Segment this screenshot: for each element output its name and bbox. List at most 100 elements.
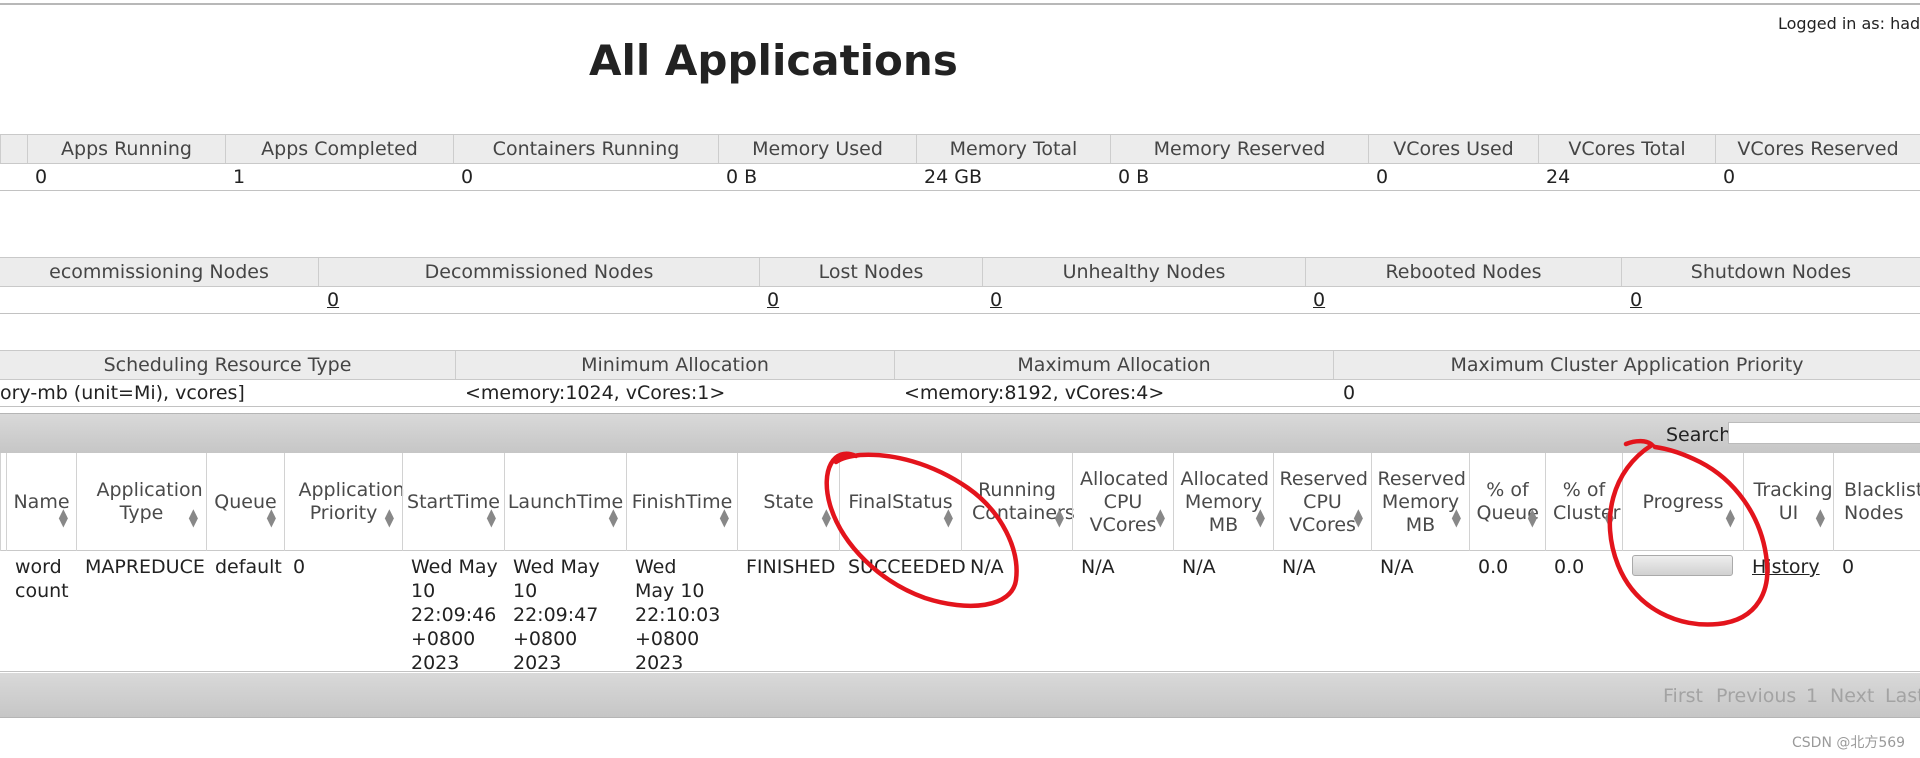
- column-header-launchtime-label: LaunchTime: [507, 490, 624, 513]
- scheduler-max-priority: 0: [1343, 382, 1356, 404]
- nodes-decommissioned-link[interactable]: 0: [318, 287, 418, 313]
- watermark: CSDN @北方569: [1792, 735, 1906, 751]
- scheduler-header-resource-type: Scheduling Resource Type: [103, 354, 352, 376]
- sort-icon: ▲ ▼: [1353, 506, 1363, 529]
- app-reserved-cpu: N/A: [1282, 556, 1316, 578]
- logged-in-user: Logged in as: hadc: [1778, 14, 1920, 33]
- column-header-running-containers[interactable]: Running Containers ▲ ▼: [961, 453, 1075, 551]
- column-header-state-label: State: [763, 490, 814, 513]
- sort-icon: ▲ ▼: [1725, 506, 1735, 529]
- node-metrics-table: ecommissioning Nodes Decommissioned Node…: [0, 257, 1920, 314]
- sort-icon: ▲ ▼: [943, 506, 953, 529]
- column-header-pct-queue[interactable]: % of Queue ▲ ▼: [1469, 453, 1545, 551]
- nodes-shutdown-link[interactable]: 0: [1621, 287, 1721, 313]
- metrics-header-apps-running: Apps Running: [27, 135, 225, 163]
- column-header-allocated-cpu[interactable]: Allocated CPU VCores ▲ ▼: [1072, 453, 1173, 551]
- app-allocated-memory: N/A: [1182, 556, 1216, 578]
- column-header-finishtime-label: FinishTime: [631, 490, 733, 513]
- nodes-header-lost: Lost Nodes: [759, 258, 982, 286]
- nodes-header-decommissioning: ecommissioning Nodes: [49, 261, 269, 283]
- column-header-tracking-ui[interactable]: Tracking UI ▲ ▼: [1743, 453, 1833, 551]
- pagination-last-button[interactable]: Last: [1885, 685, 1920, 707]
- column-header-pct-cluster[interactable]: % of Cluster ▲ ▼: [1545, 453, 1622, 551]
- metrics-memory-total: 24 GB: [924, 166, 982, 188]
- metrics-header-containers-running: Containers Running: [453, 135, 718, 163]
- scheduler-header-min-allocation: Minimum Allocation: [455, 351, 894, 379]
- column-header-blacklisted-nodes-label: Blackliste Nodes: [1844, 479, 1920, 524]
- nodes-lost-link[interactable]: 0: [759, 287, 859, 313]
- column-header-reserved-memory[interactable]: Reserved Memory MB ▲ ▼: [1371, 453, 1469, 551]
- column-header-reserved-cpu-label: Reserved CPU VCores: [1279, 467, 1368, 536]
- app-pct-cluster: 0.0: [1554, 556, 1585, 578]
- nodes-value-row: 0 0 0 0 0: [0, 287, 1920, 314]
- sort-icon: ▲ ▼: [1815, 506, 1825, 529]
- app-start-time: Wed May 10 22:09:46 +0800 2023: [411, 556, 498, 674]
- sort-icon: ▲ ▼: [719, 506, 729, 529]
- column-header-finalstatus[interactable]: FinalStatus ▲ ▼: [839, 453, 961, 551]
- scheduler-value-row: ory-mb (unit=Mi), vcores] <memory:1024, …: [0, 380, 1920, 407]
- column-header-state[interactable]: State ▲ ▼: [737, 453, 839, 551]
- column-header-running-containers-label: Running Containers: [972, 479, 1075, 524]
- metrics-header-memory-used: Memory Used: [718, 135, 916, 163]
- pagination-first-button[interactable]: First: [1663, 685, 1703, 707]
- sort-icon: ▲ ▼: [821, 506, 831, 529]
- sort-icon: ▲ ▼: [1255, 506, 1265, 529]
- pagination-page-1[interactable]: 1: [1806, 685, 1818, 707]
- pagination-previous-button[interactable]: Previous: [1716, 685, 1796, 707]
- app-finish-time: Wed May 10 22:10:03 +0800 2023: [635, 556, 721, 674]
- app-priority: 0: [293, 556, 306, 578]
- metrics-header-memory-total: Memory Total: [916, 135, 1110, 163]
- column-header-allocated-memory-label: Allocated Memory MB: [1180, 467, 1269, 536]
- sort-icon: ▲ ▼: [1451, 506, 1461, 529]
- applications-toolbar: Search:: [0, 413, 1920, 453]
- app-launch-time: Wed May 10 22:09:47 +0800 2023: [513, 556, 600, 674]
- metrics-apps-completed: 1: [233, 166, 246, 188]
- sort-icon: ▲ ▼: [266, 506, 276, 529]
- column-header-blacklisted-nodes[interactable]: Blackliste Nodes: [1833, 453, 1920, 551]
- app-state: FINISHED: [746, 556, 836, 578]
- history-link[interactable]: History: [1743, 555, 1833, 579]
- cluster-metrics-table: Apps Running Apps Completed Containers R…: [0, 134, 1920, 191]
- nodes-rebooted-link[interactable]: 0: [1305, 287, 1405, 313]
- column-header-application-priority[interactable]: Application Priority ▲ ▼: [284, 453, 405, 551]
- column-header-queue[interactable]: Queue ▲ ▼: [206, 453, 284, 551]
- sort-icon: ▲ ▼: [1527, 506, 1537, 529]
- metrics-vcores-used: 0: [1376, 166, 1389, 188]
- column-header-name[interactable]: Name ▲ ▼: [6, 453, 76, 551]
- metrics-header-vcores-reserved: VCores Reserved: [1715, 135, 1920, 163]
- sort-icon: ▲ ▼: [1054, 506, 1064, 529]
- column-header-application-type-label: Application Type: [96, 479, 203, 524]
- app-reserved-memory: N/A: [1380, 556, 1414, 578]
- app-final-status: SUCCEEDED: [848, 556, 966, 578]
- applications-table-header: Name ▲ ▼ Application Type ▲ ▼ Queue ▲ ▼ Applic…: [0, 453, 1920, 551]
- column-header-reserved-cpu[interactable]: Reserved CPU VCores ▲ ▼: [1273, 453, 1371, 551]
- app-allocated-cpu: N/A: [1081, 556, 1115, 578]
- pagination-next-button[interactable]: Next: [1830, 685, 1874, 707]
- column-header-application-priority-label: Application Priority: [298, 479, 405, 524]
- progress-bar: [1632, 555, 1733, 576]
- column-header-application-type[interactable]: Application Type ▲ ▼: [76, 453, 206, 551]
- metrics-header-row: Apps Running Apps Completed Containers R…: [0, 134, 1920, 164]
- nodes-header-unhealthy: Unhealthy Nodes: [982, 258, 1305, 286]
- column-header-progress[interactable]: Progress ▲ ▼: [1622, 453, 1743, 551]
- sort-icon: ▲ ▼: [486, 506, 496, 529]
- sort-icon: ▲ ▼: [1604, 506, 1614, 529]
- nodes-header-rebooted: Rebooted Nodes: [1305, 258, 1621, 286]
- metrics-memory-reserved: 0 B: [1118, 166, 1150, 188]
- scheduler-header-max-priority: Maximum Cluster Application Priority: [1333, 351, 1920, 379]
- sort-icon: ▲ ▼: [384, 506, 394, 529]
- nodes-unhealthy-link[interactable]: 0: [982, 287, 1082, 313]
- top-border: [0, 3, 1920, 5]
- column-header-tracking-ui-label: Tracking UI: [1753, 479, 1833, 524]
- column-header-launchtime[interactable]: LaunchTime ▲ ▼: [504, 453, 626, 551]
- column-header-finishtime[interactable]: FinishTime ▲ ▼: [626, 453, 737, 551]
- search-input[interactable]: [1728, 422, 1920, 444]
- app-type: MAPREDUCE: [85, 556, 205, 578]
- column-header-starttime[interactable]: StartTime ▲ ▼: [402, 453, 504, 551]
- column-header-allocated-memory[interactable]: Allocated Memory MB ▲ ▼: [1173, 453, 1273, 551]
- scheduler-resource-type: ory-mb (unit=Mi), vcores]: [0, 382, 245, 404]
- app-queue: default: [215, 556, 282, 578]
- app-blacklisted-nodes: 0: [1842, 556, 1855, 578]
- sort-icon: ▲ ▼: [188, 506, 198, 529]
- column-header-reserved-memory-label: Reserved Memory MB: [1377, 467, 1466, 536]
